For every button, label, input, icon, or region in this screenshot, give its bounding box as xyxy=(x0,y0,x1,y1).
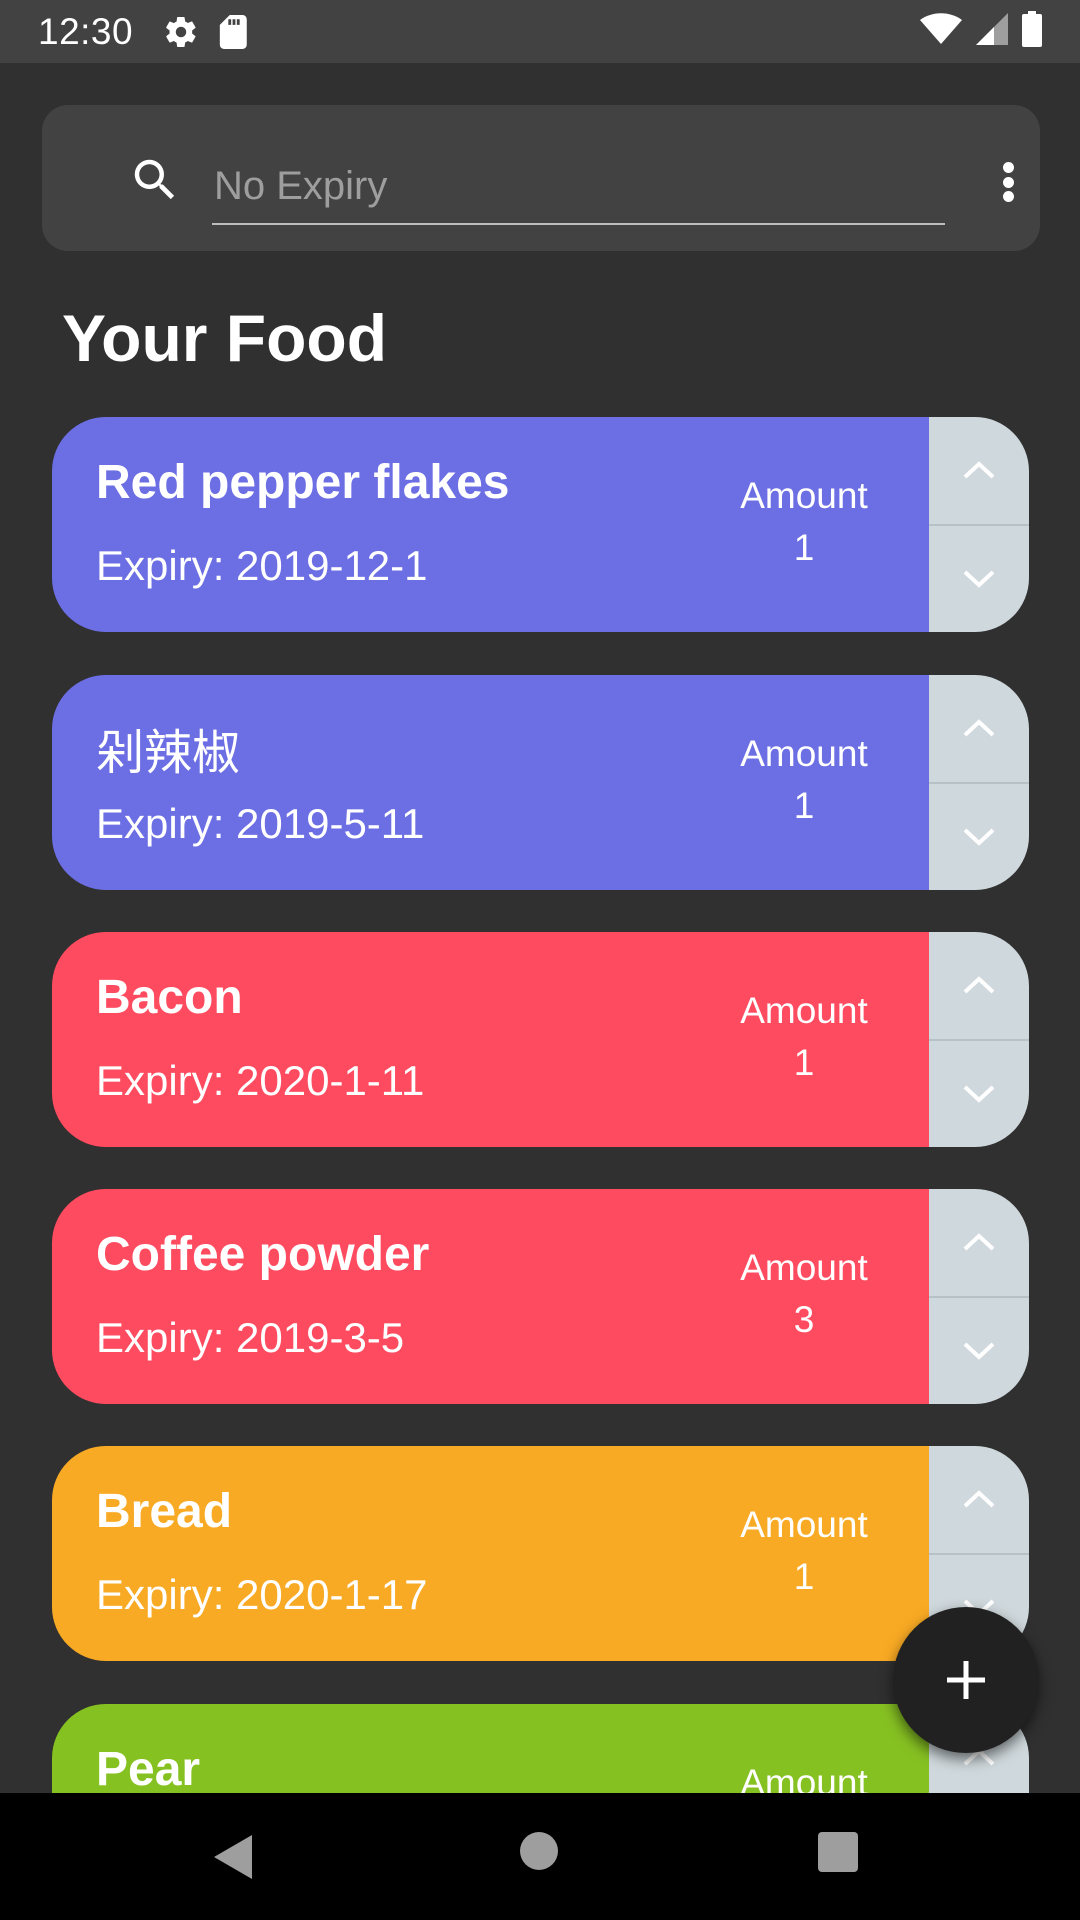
food-name: 剁辣椒 xyxy=(96,727,241,780)
food-expiry: Expiry: 2019-3-5 xyxy=(96,1314,405,1361)
chevron-down-icon xyxy=(963,1085,995,1103)
food-expiry: Expiry: 2019-5-11 xyxy=(96,800,425,847)
food-name: Coffee powder xyxy=(96,1228,430,1281)
increase-amount-button[interactable] xyxy=(929,1189,1029,1298)
status-bar: 12:30 xyxy=(0,0,1080,63)
food-card[interactable]: Red pepper flakes Expiry: 2019-12-1 Amou… xyxy=(52,417,1029,632)
chevron-up-icon xyxy=(963,1490,995,1508)
amount-label: Amount xyxy=(740,475,868,516)
page-title: Your Food xyxy=(62,301,388,375)
food-card[interactable]: Bread Expiry: 2020-1-17 Amount 1 xyxy=(52,1446,1029,1661)
food-list: Red pepper flakes Expiry: 2019-12-1 Amou… xyxy=(52,417,1029,1793)
amount-stepper xyxy=(929,675,1029,890)
navigation-bar xyxy=(0,1793,1080,1920)
status-time: 12:30 xyxy=(38,10,134,52)
chevron-down-icon xyxy=(963,828,995,846)
chevron-up-icon xyxy=(963,719,995,737)
food-card[interactable]: Coffee powder Expiry: 2019-3-5 Amount 3 xyxy=(52,1189,1029,1404)
more-vertical-icon[interactable] xyxy=(987,152,1029,212)
amount-value: 1 xyxy=(793,1556,815,1597)
amount-value: 1 xyxy=(793,1042,815,1083)
back-icon[interactable] xyxy=(214,1835,254,1879)
food-card-body[interactable]: Coffee powder Expiry: 2019-3-5 Amount 3 xyxy=(52,1189,929,1404)
food-name: Pear xyxy=(96,1743,201,1793)
food-card-body[interactable]: 剁辣椒 Expiry: 2019-5-11 Amount 1 xyxy=(52,675,929,890)
amount-label: Amount xyxy=(740,1247,868,1288)
food-card[interactable]: 剁辣椒 Expiry: 2019-5-11 Amount 1 xyxy=(52,675,1029,890)
add-food-button[interactable] xyxy=(893,1607,1039,1753)
food-name: Bacon xyxy=(96,971,243,1024)
amount-stepper xyxy=(929,1189,1029,1404)
food-name: Red pepper flakes xyxy=(96,456,510,509)
plus-icon xyxy=(947,1661,985,1699)
recents-icon[interactable] xyxy=(818,1832,858,1872)
home-icon[interactable] xyxy=(520,1832,558,1870)
search-bar xyxy=(42,105,1040,251)
food-expiry: Expiry: 2019-12-1 xyxy=(96,542,428,589)
wifi-icon xyxy=(920,13,962,50)
amount-value: 3 xyxy=(793,1299,815,1340)
amount-value: 1 xyxy=(793,785,815,826)
decrease-amount-button[interactable] xyxy=(929,1298,1029,1405)
food-card-body[interactable]: Red pepper flakes Expiry: 2019-12-1 Amou… xyxy=(52,417,929,632)
decrease-amount-button[interactable] xyxy=(929,526,1029,633)
food-card-body[interactable]: Bread Expiry: 2020-1-17 Amount 1 xyxy=(52,1446,929,1661)
chevron-down-icon xyxy=(963,1342,995,1360)
chevron-down-icon xyxy=(963,570,995,588)
amount-stepper xyxy=(929,932,1029,1147)
decrease-amount-button[interactable] xyxy=(929,784,1029,891)
amount-label: Amount xyxy=(740,1504,868,1545)
increase-amount-button[interactable] xyxy=(929,675,1029,784)
food-expiry: Expiry: 2020-1-17 xyxy=(96,1571,428,1618)
food-expiry: Expiry: 2020-1-11 xyxy=(96,1057,425,1104)
battery-icon xyxy=(1022,11,1042,52)
food-card[interactable]: Bacon Expiry: 2020-1-11 Amount 1 xyxy=(52,932,1029,1147)
search-icon[interactable] xyxy=(128,153,182,207)
amount-label: Amount xyxy=(740,733,868,774)
increase-amount-button[interactable] xyxy=(929,1446,1029,1555)
food-card-body[interactable]: Pear Amount xyxy=(52,1704,929,1793)
amount-stepper xyxy=(929,417,1029,632)
chevron-up-icon xyxy=(963,976,995,994)
chevron-up-icon xyxy=(963,1233,995,1251)
decrease-amount-button[interactable] xyxy=(929,1041,1029,1148)
signal-icon xyxy=(976,13,1008,50)
settings-icon xyxy=(163,14,199,50)
increase-amount-button[interactable] xyxy=(929,417,1029,526)
sd-card-icon xyxy=(219,14,249,49)
food-card-body[interactable]: Bacon Expiry: 2020-1-11 Amount 1 xyxy=(52,932,929,1147)
food-name: Bread xyxy=(96,1485,233,1538)
increase-amount-button[interactable] xyxy=(929,932,1029,1041)
search-input[interactable] xyxy=(212,149,945,225)
chevron-up-icon xyxy=(963,461,995,479)
food-card[interactable]: Pear Amount xyxy=(52,1704,1029,1793)
amount-label: Amount xyxy=(740,1762,868,1793)
amount-label: Amount xyxy=(740,990,868,1031)
amount-value: 1 xyxy=(793,527,815,568)
